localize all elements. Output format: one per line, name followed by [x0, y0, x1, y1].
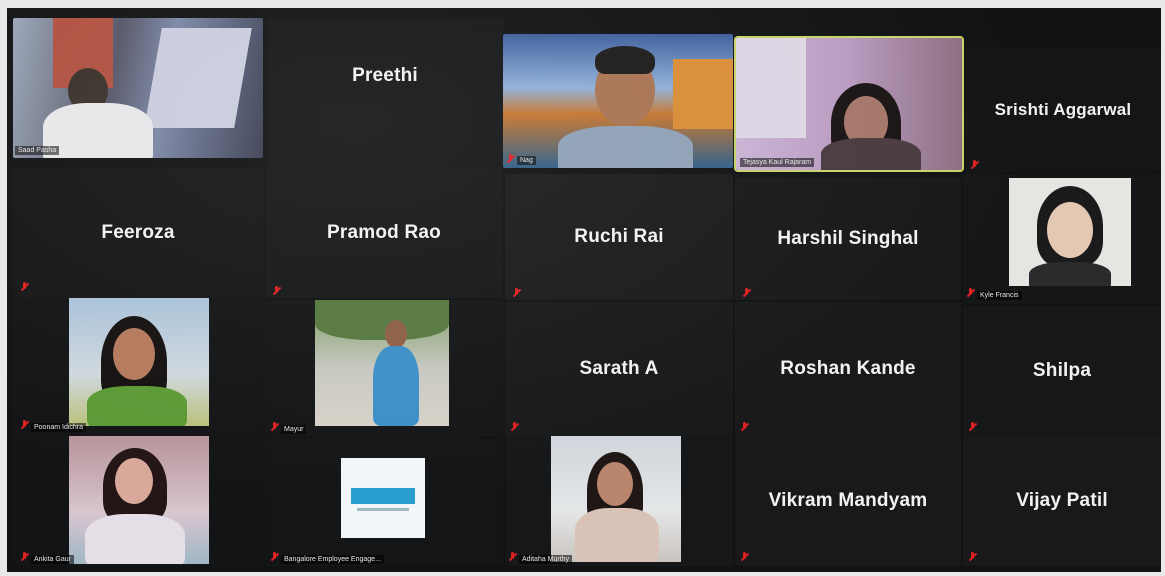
participant-tile-ruchi[interactable]: Ruchi Rai: [505, 174, 733, 300]
background-door: [736, 38, 806, 138]
participant-hair: [595, 46, 655, 74]
participant-tile-shilpa[interactable]: Shilpa: [963, 306, 1161, 436]
participant-name: Preethi: [352, 65, 418, 86]
participant-name: Ruchi Rai: [574, 226, 664, 247]
participant-video: [551, 436, 681, 562]
participant-name: Srishti Aggarwal: [994, 100, 1132, 119]
participant-name-label: Aditaha Murthy: [519, 555, 573, 564]
participant-name-label: Nag: [517, 156, 536, 165]
muted-mic-icon: [969, 552, 976, 562]
participant-name: Roshan Kande: [780, 358, 916, 379]
muted-mic-icon: [509, 552, 516, 562]
muted-mic-icon: [21, 420, 28, 430]
muted-mic-icon: [271, 552, 278, 562]
participant-tile-pramod[interactable]: Pramod Rao: [265, 168, 503, 298]
participant-video: [69, 436, 209, 564]
participant-tile-poonam[interactable]: Poonam Idichra: [13, 298, 263, 436]
participant-body: [373, 346, 419, 426]
participant-name-label: Kyle Francis: [977, 291, 1022, 300]
participant-body: [43, 103, 153, 158]
participant-head: [113, 328, 155, 380]
participant-tile-tejasya[interactable]: Tejasya Kaul Rajaram: [734, 36, 964, 172]
participant-name: Harshil Singhal: [777, 228, 919, 249]
participant-body: [575, 508, 659, 562]
muted-mic-icon: [971, 160, 978, 170]
participant-tile-harshil[interactable]: Harshil Singhal: [735, 178, 961, 300]
participant-name-label: Ankita Gaur: [31, 555, 74, 564]
participant-tile-preethi[interactable]: Preethi: [267, 18, 503, 168]
participant-name: Pramod Rao: [327, 222, 441, 243]
participant-body: [558, 126, 693, 168]
participant-head: [1047, 202, 1093, 258]
muted-mic-icon: [271, 422, 278, 432]
participant-tile-vikram[interactable]: Vikram Mandyam: [735, 436, 961, 566]
participant-tile-ankita[interactable]: Ankita Gaur: [13, 436, 263, 566]
participant-video: [736, 38, 962, 170]
participant-tile-roshan[interactable]: Roshan Kande: [735, 302, 961, 436]
participant-tile-nag[interactable]: Nag: [503, 34, 733, 168]
muted-mic-icon: [967, 288, 974, 298]
muted-mic-icon: [741, 422, 748, 432]
participant-name-label: Mayur: [281, 425, 307, 434]
logo-icon: [351, 488, 415, 504]
background-poster: [144, 28, 252, 128]
muted-mic-icon: [21, 552, 28, 562]
participant-video: [1009, 178, 1131, 286]
participant-body: [87, 386, 187, 426]
participant-name: Shilpa: [1032, 360, 1092, 381]
participant-name-label: Tejasya Kaul Rajaram: [740, 158, 815, 167]
participant-name: Sarath A: [579, 358, 659, 379]
participant-name-label: Bangalore Employee Engage...: [281, 555, 384, 564]
participant-tile-feeroza[interactable]: Feeroza: [13, 168, 263, 298]
muted-mic-icon: [741, 552, 748, 562]
participant-video: [69, 298, 209, 426]
participant-name: Feeroza: [101, 222, 175, 243]
participant-tile-srishti[interactable]: Srishti Aggarwal: [965, 48, 1161, 172]
muted-mic-icon: [969, 422, 976, 432]
participant-video: [13, 18, 263, 158]
muted-mic-icon: [513, 288, 520, 298]
participant-body: [85, 514, 185, 564]
participant-name-label: Saad Pasha: [15, 146, 60, 155]
participant-head: [115, 458, 153, 504]
participant-tile-vijay[interactable]: Vijay Patil: [963, 436, 1161, 566]
participant-body: [821, 138, 921, 170]
participant-tile-kyle[interactable]: Kyle Francis: [963, 174, 1161, 304]
participant-body: [1029, 262, 1111, 286]
participant-tile-mayur[interactable]: Mayur: [265, 300, 503, 436]
participant-head: [385, 320, 407, 348]
muted-mic-icon: [743, 288, 750, 298]
participant-tile-aditaha[interactable]: Aditaha Murthy: [505, 436, 733, 566]
muted-mic-icon: [511, 422, 518, 432]
participant-name: Vijay Patil: [1016, 490, 1108, 511]
muted-mic-icon: [507, 154, 514, 164]
muted-mic-icon: [273, 286, 280, 296]
participant-tile-bangalore[interactable]: Bangalore Employee Engage...: [265, 438, 503, 566]
participant-name: Vikram Mandyam: [768, 490, 928, 511]
participant-tile-sarath[interactable]: Sarath A: [505, 302, 733, 436]
participant-tile-saad[interactable]: Saad Pasha: [13, 18, 263, 158]
participant-head: [597, 462, 633, 506]
participant-name-label: Poonam Idichra: [31, 423, 87, 432]
participant-video: [503, 34, 733, 168]
muted-mic-icon: [21, 282, 28, 292]
participant-video: [341, 458, 425, 538]
participant-video: [315, 300, 449, 426]
logo-underline: [357, 508, 409, 511]
background-building: [673, 59, 733, 129]
video-gallery: Saad Pasha Preethi Nag Tejasya Kaul Raja…: [7, 8, 1161, 572]
background-trees: [315, 300, 449, 340]
